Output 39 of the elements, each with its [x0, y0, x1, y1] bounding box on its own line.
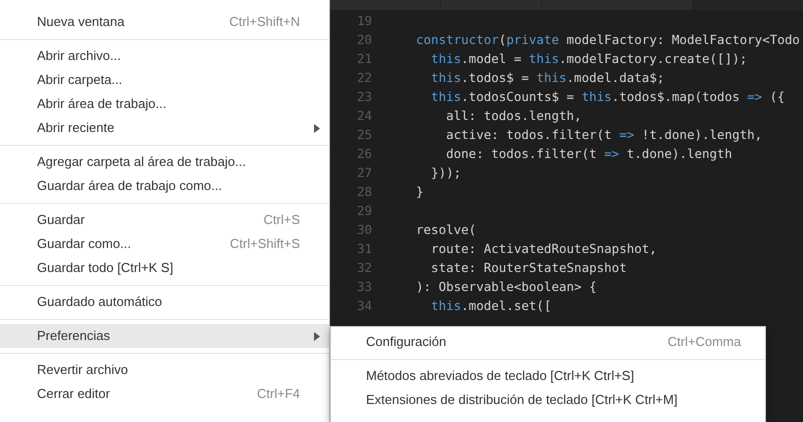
code-line: }	[416, 183, 424, 202]
code-line: route: ActivatedRouteSnapshot,	[430, 240, 657, 258]
line-number: 27	[356, 164, 372, 182]
line-number: 28	[356, 183, 372, 202]
line-number: 31	[356, 240, 372, 258]
line-number: 33	[356, 278, 372, 296]
line-number: 29	[356, 202, 372, 220]
code-line: constructor(private modelFactory: ModelFactory<Todo	[416, 31, 800, 50]
code-line: all: todos.length,	[445, 107, 582, 126]
menu-item[interactable]: Configuración Ctrl+Comma	[331, 330, 765, 354]
code-line: this.model.set([	[430, 297, 552, 316]
line-number: 26	[356, 145, 372, 164]
line-number: 25	[356, 126, 372, 144]
code-line: active: todos.filter(t => !t.done).length,	[445, 126, 762, 144]
code-line: this.model = this.modelFactory.create([]);	[430, 50, 748, 68]
shortcut-label: Ctrl+Shift+S	[230, 235, 300, 254]
menu-item[interactable]: Extensiones de distribución de teclado [Ctrl+K Ctrl+M]	[331, 388, 765, 412]
menu-item[interactable]: Preferencias	[0, 324, 329, 348]
code-line: this.todos$ = this.model.data$;	[430, 69, 664, 88]
line-number: 23	[356, 88, 372, 106]
line-number: 34	[356, 297, 372, 316]
shortcut-label: Ctrl+Shift+N	[229, 13, 300, 32]
code-line: state: RouterStateSnapshot	[430, 259, 627, 278]
line-number: 22	[356, 69, 372, 88]
menu-item[interactable]: Métodos abreviados de teclado [Ctrl+K Ctrl+S]	[331, 364, 765, 388]
code-line: }));	[430, 164, 462, 182]
code-line: this.todosCounts$ = this.todos$.map(todos => ({	[430, 88, 785, 106]
line-number: 24	[356, 107, 372, 126]
code-line: done: todos.filter(t => t.done).length	[445, 145, 732, 164]
line-number: 32	[356, 259, 372, 278]
code-line: resolve(	[416, 221, 476, 240]
shortcut-label: Ctrl+S	[264, 211, 300, 230]
shortcut-label: Ctrl+Comma	[668, 333, 741, 352]
line-number: 30	[356, 221, 372, 240]
shortcut-label: Ctrl+F4	[257, 385, 300, 404]
line-number: 19	[356, 12, 372, 30]
line-number: 21	[356, 50, 372, 68]
line-number: 20	[356, 31, 372, 50]
code-line: ): Observable<boolean> {	[416, 278, 597, 296]
